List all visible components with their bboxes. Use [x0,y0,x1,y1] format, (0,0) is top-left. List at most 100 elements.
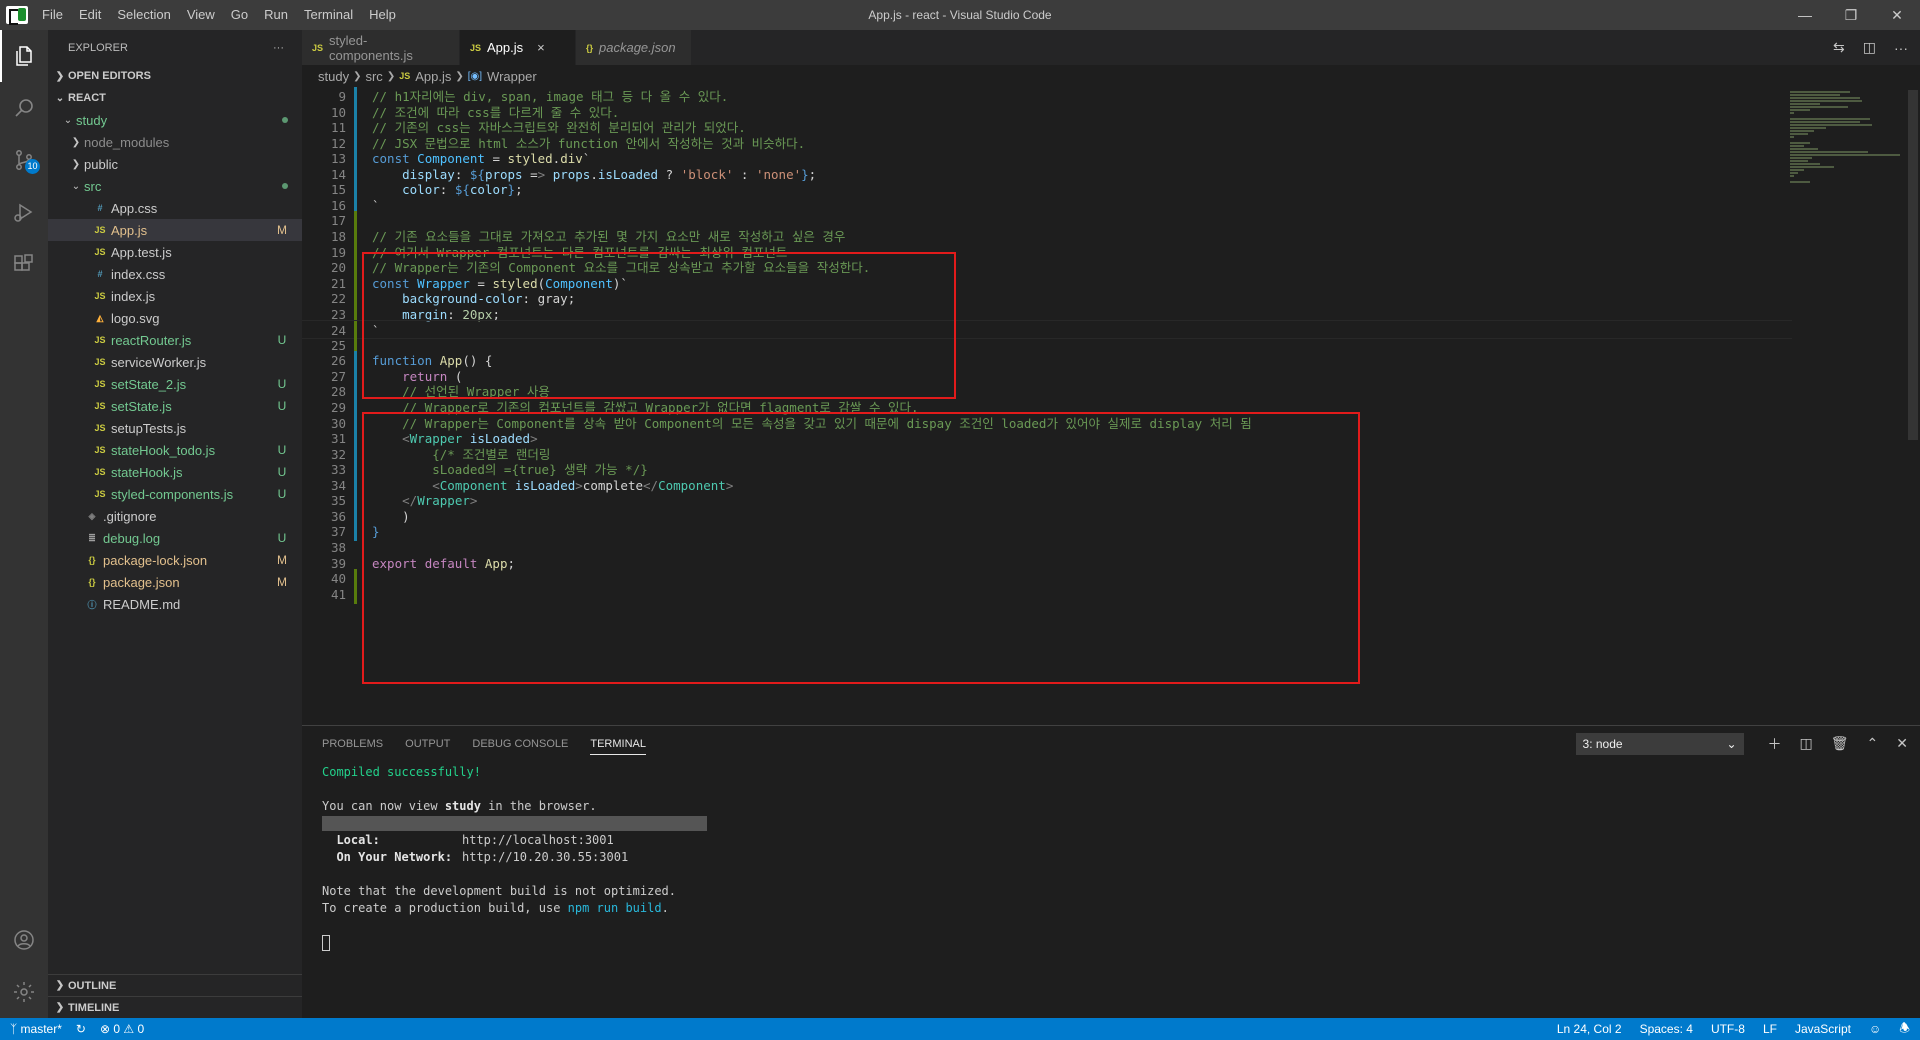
terminal-select[interactable]: 3: node ⌄ [1575,732,1744,755]
terminal-local-url[interactable]: http://localhost:3001 [462,833,614,847]
branch-name: master* [20,1022,62,1036]
scrollbar-thumb[interactable] [1908,90,1918,440]
timeline-section[interactable]: ❯ TIMELINE [48,996,302,1018]
menu-terminal[interactable]: Terminal [296,0,361,30]
tree-item-label: src [84,178,102,194]
tree-folder-node-modules[interactable]: ❯ node_modules [48,131,302,153]
menu-help[interactable]: Help [361,0,404,30]
minimap-line [1790,112,1794,114]
close-panel-icon[interactable]: ✕ [1896,735,1908,752]
app-logo-icon[interactable] [0,0,34,30]
tree-folder-study[interactable]: ⌄ study [48,109,302,131]
tab-terminal[interactable]: TERMINAL [590,738,646,755]
menu-edit[interactable]: Edit [71,0,109,30]
kill-terminal-icon[interactable]: 🗑 [1831,735,1849,752]
status-badge: M [277,575,287,589]
tree-file-app-js[interactable]: JS App.js M [48,219,302,241]
symbol-variable-icon: [◉] [467,70,483,82]
run-debug-icon[interactable] [0,186,48,238]
end-of-line[interactable]: LF [1763,1022,1777,1036]
settings-gear-icon[interactable] [0,966,48,1018]
tree-file-readme-md[interactable]: ⓘ README.md [48,593,302,615]
minimap-line [1790,142,1810,144]
encoding[interactable]: UTF-8 [1711,1022,1745,1036]
menu-selection[interactable]: Selection [109,0,178,30]
search-icon[interactable] [0,82,48,134]
sync-icon[interactable]: ↻ [76,1022,86,1036]
tree-folder-public[interactable]: ❯ public [48,153,302,175]
branch-status[interactable]: ᛉ master* [10,1022,62,1036]
js-file-icon: JS [94,357,106,367]
source-control-icon[interactable]: 10 [0,134,48,186]
tree-file-package-json[interactable]: {} package.json M [48,571,302,593]
tree-file-reactrouter-js[interactable]: JS reactRouter.js U [48,329,302,351]
split-editor-icon[interactable]: ◫ [1863,39,1876,56]
language-mode[interactable]: JavaScript [1795,1022,1851,1036]
more-actions-icon[interactable]: ··· [273,42,284,54]
tree-file-debug-log[interactable]: ≣ debug.log U [48,527,302,549]
terminal-network-url[interactable]: http://10.20.30.55:3001 [462,850,628,864]
tab-debug-console[interactable]: DEBUG CONSOLE [472,738,568,750]
tree-file-logo-svg[interactable]: ◭ logo.svg [48,307,302,329]
minimap-line [1790,151,1868,153]
tab-problems[interactable]: PROBLEMS [322,738,383,750]
react-root-section[interactable]: ⌄ REACT [48,87,302,109]
menu-go[interactable]: Go [223,0,256,30]
minimap-line [1790,154,1900,156]
tab-app-js[interactable]: JS App.js × [460,30,576,65]
explorer-icon[interactable] [0,30,48,82]
close-tab-icon[interactable]: × [537,40,545,55]
status-bar: ᛉ master* ↻ ⊗ 0 ⚠ 0 Ln 24, Col 2 Spaces:… [0,1018,1920,1040]
terminal-line: Compiled successfully! [322,765,481,779]
open-changes-icon[interactable]: ⇆ [1833,39,1845,56]
tree-file-gitignore[interactable]: ◈ .gitignore [48,505,302,527]
breadcrumb-symbol[interactable]: Wrapper [487,69,537,84]
chevron-right-icon: ❯ [353,70,362,82]
tab-package-json[interactable]: {} package.json [576,30,692,65]
menu-run[interactable]: Run [256,0,296,30]
indentation[interactable]: Spaces: 4 [1640,1022,1693,1036]
menu-file[interactable]: File [34,0,71,30]
problems-status[interactable]: ⊗ 0 ⚠ 0 [100,1022,144,1036]
tree-file-statehook-todo-js[interactable]: JS stateHook_todo.js U [48,439,302,461]
minimize-icon[interactable]: — [1782,0,1828,30]
tree-file-index-css[interactable]: # index.css [48,263,302,285]
tree-folder-src[interactable]: ⌄ src [48,175,302,197]
menu-view[interactable]: View [179,0,223,30]
tree-file-serviceworker-js[interactable]: JS serviceWorker.js [48,351,302,373]
tree-file-app-css[interactable]: # App.css [48,197,302,219]
open-editors-section[interactable]: ❯ OPEN EDITORS [48,65,302,87]
minimap[interactable] [1786,87,1906,427]
cursor-position[interactable]: Ln 24, Col 2 [1557,1022,1622,1036]
feedback-icon[interactable]: ☺ [1869,1022,1881,1036]
terminal-output[interactable]: Compiled successfully! You can now view … [322,764,707,951]
tree-file-package-lock-json[interactable]: {} package-lock.json M [48,549,302,571]
tree-file-styled-components-js[interactable]: JS styled-components.js U [48,483,302,505]
code-editor[interactable]: 9// h1자리에는 div, span, image 태그 등 다 올 수 있… [302,87,1792,725]
outline-section[interactable]: ❯ OUTLINE [48,974,302,996]
tree-file-setstate-js[interactable]: JS setState.js U [48,395,302,417]
split-terminal-icon[interactable]: ◫ [1800,735,1813,752]
new-terminal-icon[interactable]: ＋ [1768,734,1782,754]
more-actions-icon[interactable]: ··· [1894,40,1908,56]
breadcrumb-study[interactable]: study [318,69,349,84]
tab-label: App.js [487,40,524,55]
breadcrumb-file[interactable]: App.js [415,69,451,84]
restore-icon[interactable]: ❐ [1828,0,1874,30]
code-line[interactable]: 41 [302,584,1792,604]
css-file-icon: # [97,203,103,213]
tree-file-setuptests-js[interactable]: JS setupTests.js [48,417,302,439]
tree-file-index-js[interactable]: JS index.js [48,285,302,307]
breadcrumb-src[interactable]: src [365,69,382,84]
account-icon[interactable] [0,914,48,966]
close-window-icon[interactable]: ✕ [1874,0,1920,30]
maximize-panel-icon[interactable]: ⌃ [1867,735,1879,752]
tab-styled-components[interactable]: JS styled-components.js [302,30,460,65]
tree-file-app-test-js[interactable]: JS App.test.js [48,241,302,263]
tab-output[interactable]: OUTPUT [405,738,450,750]
notifications-bell-icon[interactable]: 🕭 [1899,1019,1910,1040]
extensions-icon[interactable] [0,238,48,290]
tree-file-statehook-js[interactable]: JS stateHook.js U [48,461,302,483]
tree-file-setstate-2-js[interactable]: JS setState_2.js U [48,373,302,395]
